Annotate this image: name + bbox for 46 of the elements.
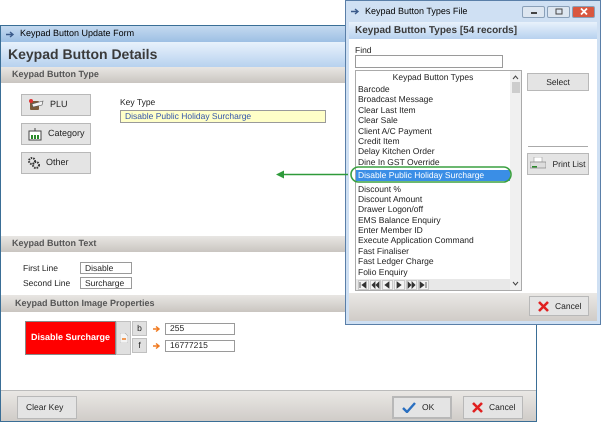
list-item[interactable]: Delay Kitchen Order (356, 146, 510, 157)
column-header: Keypad Button Types (392, 71, 474, 84)
ok-button[interactable]: OK (392, 396, 452, 419)
print-list-button[interactable]: Print List (527, 153, 589, 175)
list-item[interactable]: Broadcast Message (356, 94, 510, 105)
window-title: Keypad Button Update Form (20, 27, 134, 40)
field-label: Key Type (120, 96, 156, 109)
field-label: First Line (23, 262, 59, 275)
text-field[interactable]: 16777215 (165, 340, 235, 352)
list-item[interactable]: Barcode (356, 84, 510, 94)
field-label: Find (355, 45, 373, 55)
list-item[interactable]: Clear Last Item (356, 104, 510, 116)
text-field[interactable]: 255 (165, 322, 235, 334)
field-label: Second Line (23, 276, 72, 290)
list-item[interactable]: Dine In GST Override (356, 156, 510, 168)
list-item[interactable]: Discount % (356, 184, 510, 194)
type-button[interactable]: Category (21, 123, 91, 145)
color-button[interactable]: b (132, 321, 147, 336)
list-item[interactable]: Enter Member ID (356, 225, 510, 236)
select-button[interactable]: Select (527, 73, 589, 91)
clear-key-button[interactable]: Clear Key (17, 396, 77, 419)
list-window-title: Keypad Button Types [54 records] (355, 24, 518, 38)
window-title: Keypad Button Types File (365, 4, 468, 18)
section-title: Keypad Button Type (12, 68, 99, 82)
cancel-button[interactable]: Cancel (529, 296, 589, 316)
text-field[interactable]: Disable (80, 262, 132, 274)
list-item[interactable]: Credit Item (356, 136, 510, 146)
color-button[interactable]: f (132, 338, 147, 353)
cancel-button[interactable]: Cancel (463, 396, 523, 419)
key-type-field[interactable]: Disable Public Holiday Surcharge (120, 110, 326, 123)
list-item[interactable]: Fast Ledger Charge (356, 256, 510, 267)
list-item[interactable]: Fast Finaliser (356, 246, 510, 256)
section-title: Keypad Button Text (12, 237, 96, 250)
section-title: Keypad Button Image Properties (15, 296, 155, 310)
list-item[interactable]: EMS Balance Enquiry (356, 214, 510, 226)
text-field[interactable]: Surcharge (80, 277, 132, 290)
list-item[interactable]: Execute Application Command (356, 235, 510, 246)
type-button[interactable]: Other (21, 152, 91, 174)
list-item[interactable]: Drawer Logon/off (356, 204, 510, 215)
list-item[interactable]: Folio Enquiry (356, 266, 510, 278)
type-button[interactable]: PLU (21, 94, 91, 116)
list-item[interactable]: Discount Amount (356, 194, 510, 204)
list-item[interactable]: Clear Sale (356, 115, 510, 126)
form-title: Keypad Button Details (8, 45, 158, 64)
list-item[interactable]: Client A/C Payment (356, 126, 510, 136)
button-preview: Disable Surcharge (25, 321, 116, 355)
